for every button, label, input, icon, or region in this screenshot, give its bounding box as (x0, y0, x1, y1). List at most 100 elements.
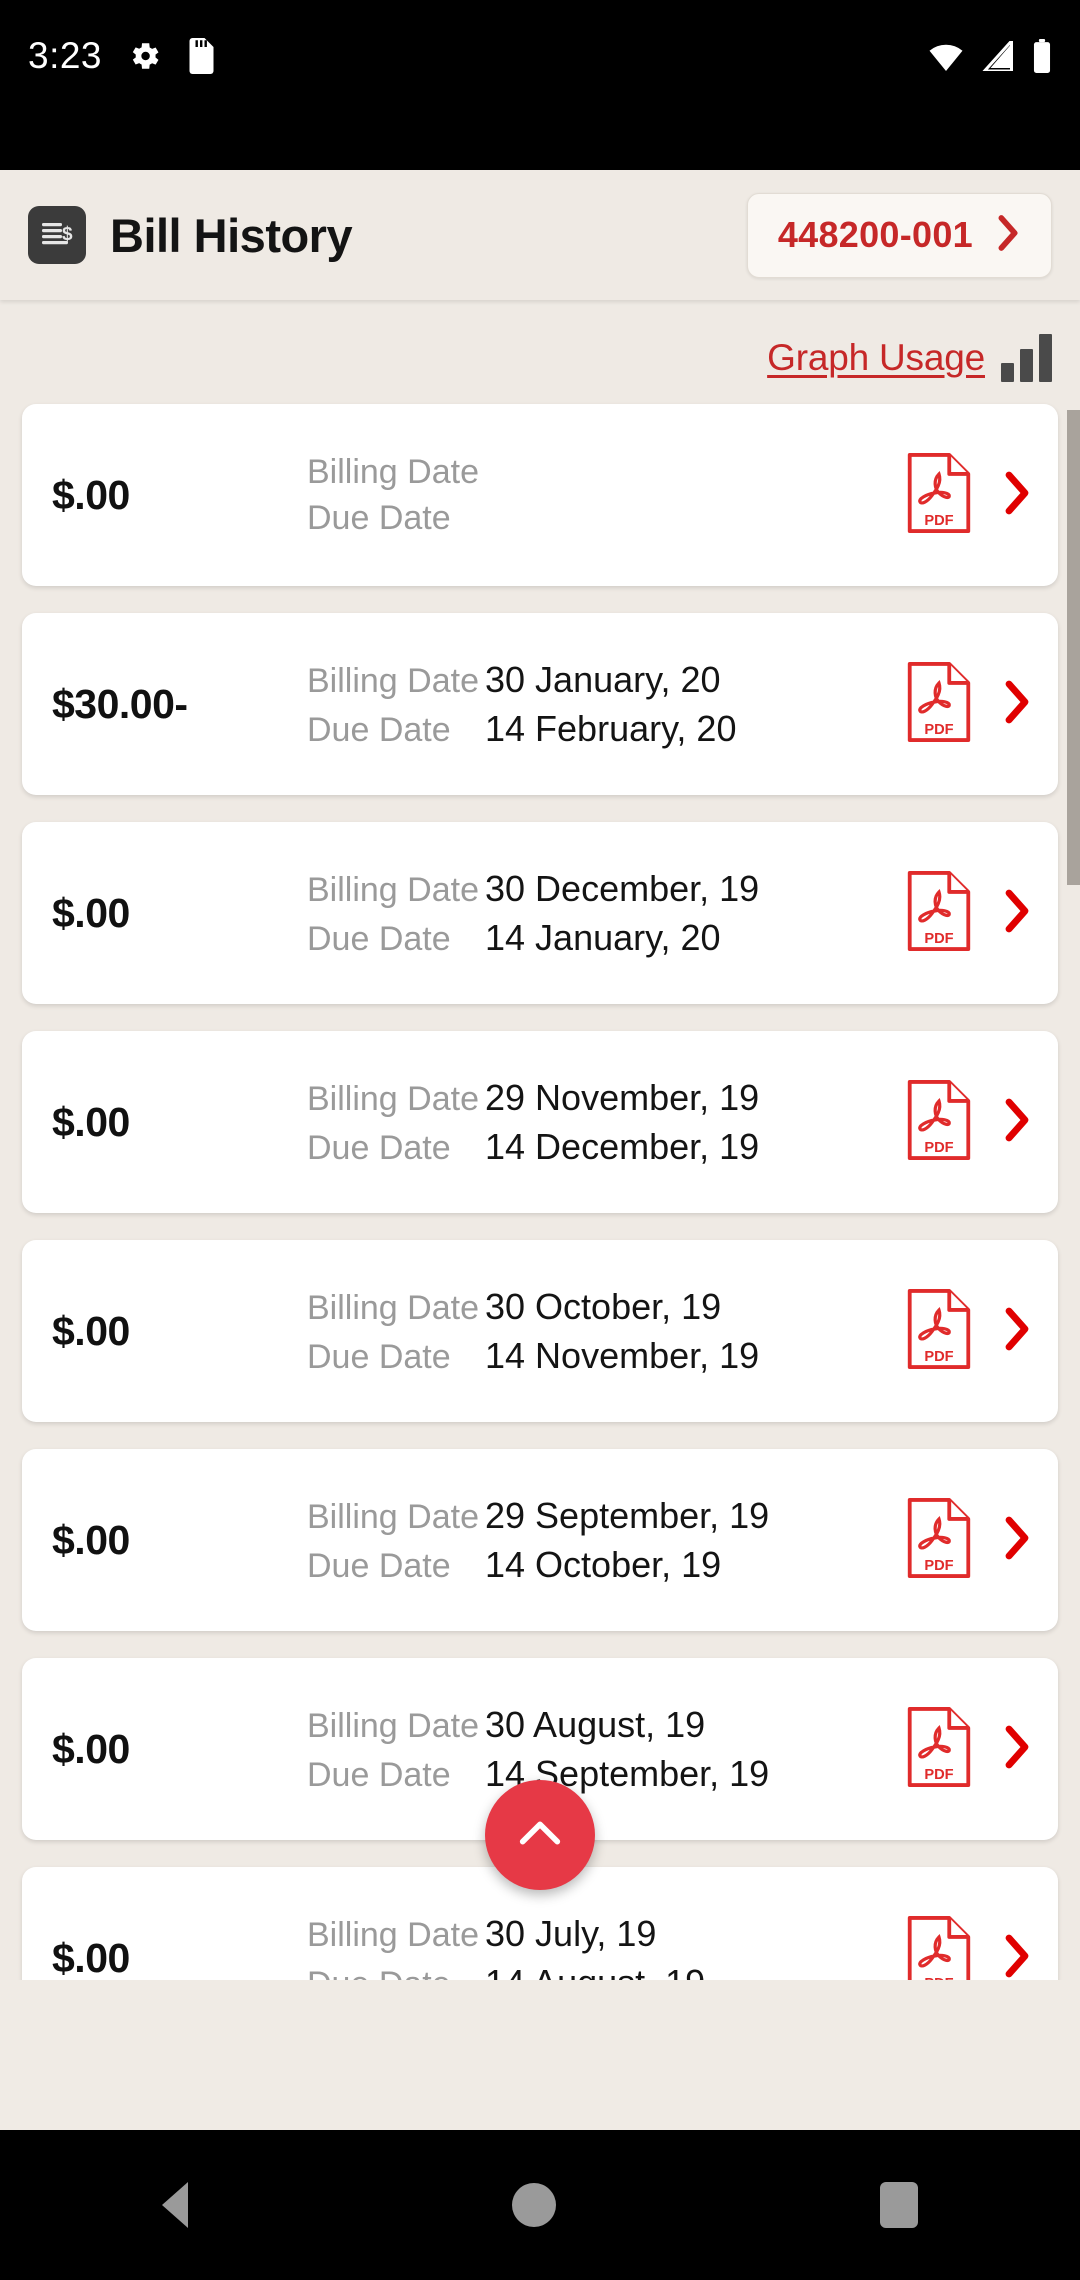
due-date-row: Due Date 14 December, 19 (307, 1126, 906, 1168)
account-selector-button[interactable]: 448200-001 (746, 192, 1052, 278)
bill-amount: $.00 (52, 1098, 130, 1145)
pdf-icon[interactable]: PDF (906, 1288, 972, 1375)
bar-chart-icon[interactable] (1001, 334, 1052, 382)
recents-square-icon[interactable] (880, 2182, 918, 2228)
pdf-icon[interactable]: PDF (906, 452, 972, 539)
battery-icon (1032, 39, 1052, 73)
billing-date-label: Billing Date (307, 1497, 479, 1536)
pdf-icon[interactable]: PDF (906, 661, 972, 748)
billing-date-row: Billing Date 30 January, 20 (307, 659, 906, 701)
table-row[interactable]: $30.00- Billing Date 30 January, 20 Due … (22, 613, 1058, 795)
pdf-icon[interactable]: PDF (906, 870, 972, 957)
billing-date-label: Billing Date (307, 452, 479, 491)
due-date-label: Due Date (307, 1755, 451, 1794)
chevron-right-icon[interactable] (1002, 1932, 1032, 1981)
scroll-to-top-button[interactable] (485, 1780, 595, 1890)
table-row[interactable]: $.00 Billing Date Due Date PDF (22, 404, 1058, 586)
billing-date-value: 30 December, 19 (485, 867, 760, 909)
billing-date-label: Billing Date (307, 1915, 479, 1954)
bill-amount: $.00 (52, 1516, 130, 1563)
graph-usage-link[interactable]: Graph Usage (767, 337, 985, 379)
table-row[interactable]: $.00 Billing Date 29 September, 19 Due D… (22, 1449, 1058, 1631)
due-date-row: Due Date 14 February, 20 (307, 708, 906, 750)
due-date-row: Due Date 14 November, 19 (307, 1335, 906, 1377)
home-circle-icon[interactable] (512, 2183, 556, 2227)
pdf-icon[interactable]: PDF (906, 1915, 972, 1980)
chevron-up-icon (514, 1813, 566, 1858)
status-bar: 3:23 (0, 0, 1080, 112)
billing-date-label: Billing Date (307, 1706, 479, 1745)
due-date-row: Due Date 14 January, 20 (307, 917, 906, 959)
bill-history-scroll-area[interactable]: Graph Usage $.00 Billing Date Due Date P… (0, 300, 1080, 1980)
pdf-icon[interactable]: PDF (906, 1706, 972, 1793)
bill-amount: $.00 (52, 471, 130, 518)
billing-date-value: 30 October, 19 (485, 1285, 722, 1327)
table-row[interactable]: $.00 Billing Date 30 December, 19 Due Da… (22, 822, 1058, 1004)
chevron-right-icon[interactable] (1002, 1514, 1032, 1567)
vertical-scrollbar[interactable] (1067, 410, 1080, 885)
chevron-right-icon (995, 213, 1021, 258)
due-date-label: Due Date (307, 1128, 451, 1167)
bill-amount: $30.00- (52, 680, 188, 727)
pdf-icon[interactable]: PDF (906, 1497, 972, 1584)
billing-date-row: Billing Date (307, 453, 906, 492)
svg-text:PDF: PDF (924, 722, 953, 738)
bill-amount: $.00 (52, 1725, 130, 1772)
chevron-right-icon[interactable] (1002, 678, 1032, 731)
account-number-label: 448200-001 (777, 214, 973, 255)
due-date-label: Due Date (307, 1965, 485, 1981)
billing-date-value: 30 January, 20 (485, 658, 721, 700)
bill-dates: Billing Date 29 September, 19 Due Date 1… (307, 1495, 906, 1586)
billing-date-label: Billing Date (307, 1288, 479, 1327)
billing-date-label: Billing Date (307, 1079, 479, 1118)
svg-text:PDF: PDF (924, 1767, 953, 1783)
svg-text:$: $ (62, 224, 73, 245)
bill-dates: Billing Date 30 December, 19 Due Date 14… (307, 868, 906, 959)
bill-dates: Billing Date 30 July, 19 Due Date 14 Aug… (307, 1913, 906, 1981)
bill-amount: $.00 (52, 889, 130, 936)
gear-icon (128, 39, 162, 73)
due-date-row: Due Date 14 September, 19 (307, 1753, 906, 1795)
chevron-right-icon[interactable] (1002, 469, 1032, 522)
due-date-label: Due Date (307, 1546, 451, 1585)
due-date-label: Due Date (307, 498, 451, 537)
status-bar-right (928, 39, 1052, 73)
status-bar-left: 3:23 (28, 35, 215, 77)
page-title: Bill History (110, 208, 353, 262)
billing-date-value: 30 July, 19 (485, 1912, 657, 1954)
due-date-label: Due Date (307, 710, 451, 749)
chevron-right-icon[interactable] (1002, 1723, 1032, 1776)
android-navigation-bar (0, 2130, 1080, 2280)
due-date-label: Due Date (307, 1337, 451, 1376)
svg-text:PDF: PDF (924, 513, 953, 529)
back-triangle-icon[interactable] (162, 2182, 188, 2228)
due-date-row: Due Date 14 October, 19 (307, 1544, 906, 1586)
due-date-label: Due Date (307, 919, 451, 958)
svg-text:PDF: PDF (924, 1558, 953, 1574)
billing-date-value: 30 August, 19 (485, 1703, 706, 1745)
billing-date-value: 29 November, 19 (485, 1076, 760, 1118)
chevron-right-icon[interactable] (1002, 1305, 1032, 1358)
svg-text:PDF: PDF (924, 1140, 953, 1156)
bill-list: $.00 Billing Date Due Date PDF $30.00- B… (0, 404, 1080, 1980)
due-date-value: 14 August, 19 (485, 1962, 705, 1981)
billing-date-row: Billing Date 30 December, 19 (307, 868, 906, 910)
pdf-icon[interactable]: PDF (906, 1079, 972, 1166)
chevron-right-icon[interactable] (1002, 1096, 1032, 1149)
billing-date-row: Billing Date 30 August, 19 (307, 1704, 906, 1746)
due-date-value: 14 November, 19 (485, 1334, 760, 1376)
signal-icon (981, 41, 1015, 71)
table-row[interactable]: $.00 Billing Date 29 November, 19 Due Da… (22, 1031, 1058, 1213)
chevron-right-icon[interactable] (1002, 887, 1032, 940)
status-bar-filler (0, 112, 1080, 170)
bill-document-icon: $ (28, 206, 86, 264)
app-header: $ Bill History 448200-001 (0, 170, 1080, 300)
due-date-row: Due Date 14 August, 19 (307, 1962, 906, 1981)
bill-dates: Billing Date 29 November, 19 Due Date 14… (307, 1077, 906, 1168)
billing-date-row: Billing Date 30 October, 19 (307, 1286, 906, 1328)
bill-dates: Billing Date 30 August, 19 Due Date 14 S… (307, 1704, 906, 1795)
table-row[interactable]: $.00 Billing Date 30 October, 19 Due Dat… (22, 1240, 1058, 1422)
billing-date-label: Billing Date (307, 870, 479, 909)
wifi-icon (928, 41, 964, 71)
billing-date-row: Billing Date 29 November, 19 (307, 1077, 906, 1119)
